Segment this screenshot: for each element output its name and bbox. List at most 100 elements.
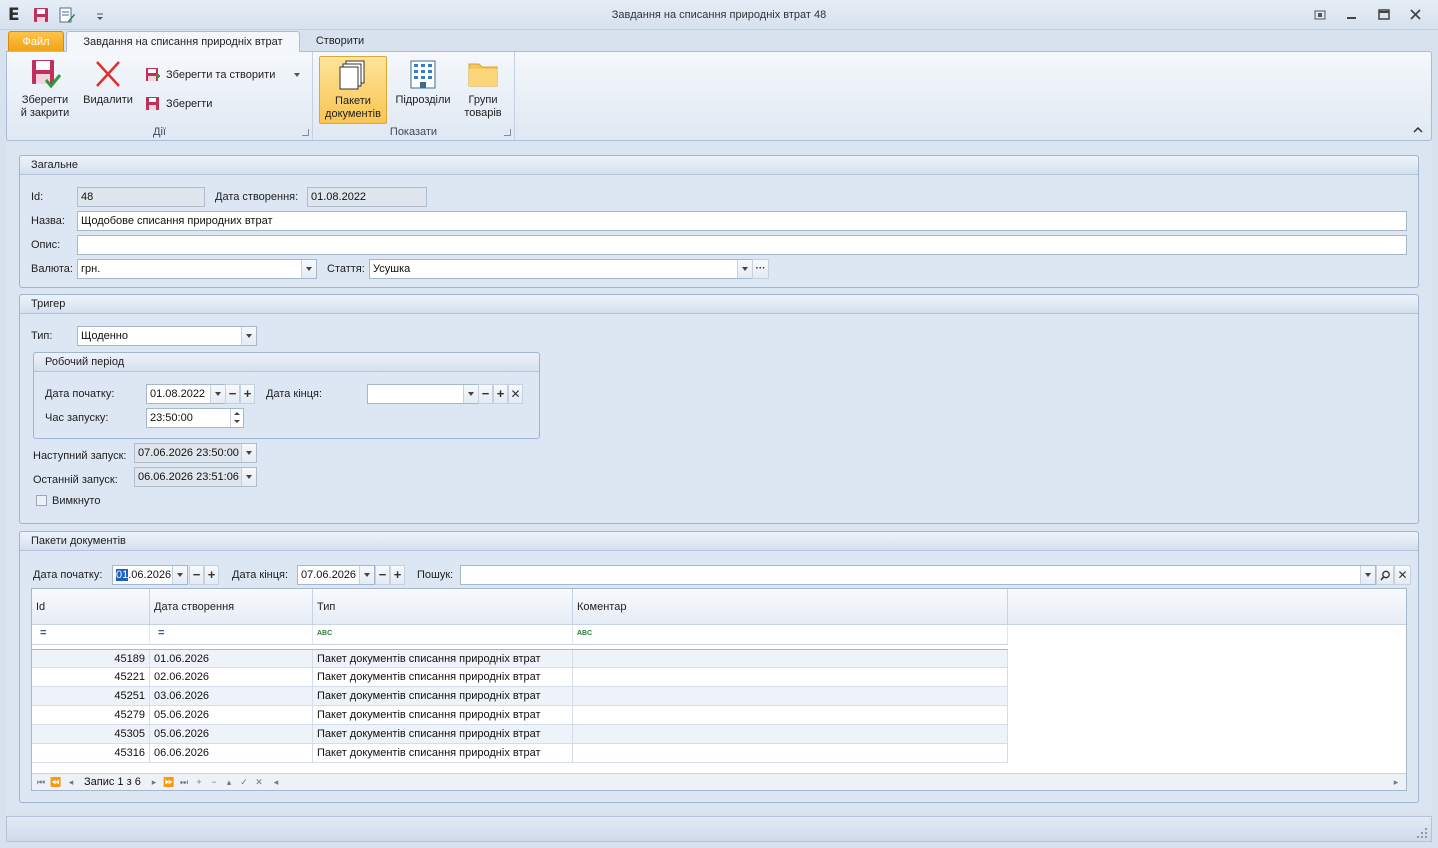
prev-record-icon[interactable]: ◂: [65, 776, 77, 788]
end-date-dropdown-icon[interactable]: [463, 385, 478, 403]
start-time-input[interactable]: 23:50:00: [146, 408, 244, 428]
cancel-record-icon[interactable]: ✕: [253, 776, 265, 788]
minimize-icon[interactable]: [1342, 6, 1362, 24]
chevron-down-icon[interactable]: [293, 72, 301, 78]
packets-start-dropdown-icon[interactable]: [172, 566, 187, 584]
type-dropdown-icon[interactable]: [241, 327, 256, 345]
search-button[interactable]: [1376, 565, 1394, 585]
next-page-icon[interactable]: ⏩: [163, 776, 175, 788]
restore-layout-icon[interactable]: [1310, 6, 1330, 24]
collapse-ribbon-icon[interactable]: [1413, 126, 1423, 134]
last-run-dropdown-icon[interactable]: [241, 468, 256, 486]
table-row[interactable]: 45316 06.06.2026 Пакет документів списан…: [32, 744, 1008, 763]
actions-launcher-icon[interactable]: [302, 129, 309, 136]
packets-end-input[interactable]: 07.06.2026: [297, 565, 375, 585]
ribbon-tabs: Файл Завдання на списання природніх втра…: [0, 30, 1438, 52]
tab-task[interactable]: Завдання на списання природніх втрат: [66, 31, 300, 52]
packets-start-rest-text: .06.2026: [128, 569, 172, 581]
end-date-plus-button[interactable]: +: [493, 384, 508, 404]
column-header-comment[interactable]: Коментар: [573, 589, 1008, 625]
packets-end-dropdown-icon[interactable]: [359, 566, 374, 584]
start-date-input[interactable]: 01.08.2022: [146, 384, 226, 404]
add-record-icon[interactable]: +: [193, 776, 205, 788]
table-row[interactable]: 45189 01.06.2026 Пакет документів списан…: [32, 649, 1008, 669]
table-row[interactable]: 45279 05.06.2026 Пакет документів списан…: [32, 706, 1008, 725]
table-row[interactable]: 45305 05.06.2026 Пакет документів списан…: [32, 725, 1008, 744]
ribbon: Зберегти й закрити Видалити Зберегти та …: [6, 51, 1432, 141]
cell-date: 06.06.2026: [150, 744, 313, 763]
departments-button[interactable]: Підрозділи: [391, 56, 455, 124]
maximize-icon[interactable]: [1374, 6, 1394, 24]
delete-record-icon[interactable]: −: [208, 776, 220, 788]
packets-label-1: Пакети: [335, 95, 371, 107]
ribbon-group-actions: Зберегти й закрити Видалити Зберегти та …: [7, 52, 313, 140]
search-input[interactable]: [460, 565, 1376, 585]
currency-value: грн.: [81, 263, 101, 275]
start-date-minus-button[interactable]: −: [225, 384, 240, 404]
search-dropdown-icon[interactable]: [1360, 566, 1375, 584]
packets-start-minus-button[interactable]: −: [189, 565, 204, 585]
time-spinner-icon[interactable]: [230, 409, 243, 427]
show-launcher-icon[interactable]: [504, 129, 511, 136]
column-header-type[interactable]: Тип: [313, 589, 573, 625]
disabled-label: Вимкнуто: [52, 495, 101, 507]
cell-type: Пакет документів списання природніх втра…: [313, 668, 573, 687]
filter-cell-created[interactable]: =: [150, 625, 313, 645]
article-dropdown-icon[interactable]: [737, 260, 752, 278]
article-browse-button[interactable]: ···: [752, 259, 769, 279]
table-row[interactable]: 45251 03.06.2026 Пакет документів списан…: [32, 687, 1008, 706]
filter-equals-icon: =: [158, 627, 165, 639]
filter-cell-comment[interactable]: ABC: [573, 625, 1008, 645]
end-date-input[interactable]: [367, 384, 479, 404]
save-close-label-2: й закрити: [20, 107, 70, 119]
article-select[interactable]: Усушка: [369, 259, 753, 279]
packets-end-plus-button[interactable]: +: [390, 565, 405, 585]
tab-file[interactable]: Файл: [8, 31, 64, 52]
currency-dropdown-icon[interactable]: [301, 260, 316, 278]
end-date-minus-button[interactable]: −: [478, 384, 493, 404]
article-label: Стаття:: [327, 263, 365, 275]
cell-date: 03.06.2026: [150, 687, 313, 706]
packets-start-plus-button[interactable]: +: [204, 565, 219, 585]
packets-end-minus-button[interactable]: −: [375, 565, 390, 585]
delete-button[interactable]: Видалити: [79, 56, 137, 124]
work-period-header: Робочий період: [34, 353, 539, 372]
last-run-field: 06.06.2026 23:51:06: [134, 467, 257, 487]
name-input[interactable]: Щодобове списання природних втрат: [77, 211, 1407, 231]
start-date-plus-button[interactable]: +: [240, 384, 255, 404]
close-icon[interactable]: [1406, 6, 1426, 24]
last-record-icon[interactable]: ⏭: [178, 776, 190, 788]
scroll-right-icon[interactable]: ▸: [1390, 776, 1402, 788]
column-header-id[interactable]: Id: [32, 589, 150, 625]
last-run-label: Останній запуск:: [33, 474, 118, 486]
filter-cell-id[interactable]: =: [32, 625, 150, 645]
post-record-icon[interactable]: ✓: [238, 776, 250, 788]
search-clear-button[interactable]: ✕: [1394, 565, 1411, 585]
save-close-button[interactable]: Зберегти й закрити: [13, 56, 77, 124]
resize-grip-icon[interactable]: [1417, 828, 1427, 838]
type-select[interactable]: Щоденно: [77, 326, 257, 346]
table-row[interactable]: 45221 02.06.2026 Пакет документів списан…: [32, 668, 1008, 687]
edit-record-icon[interactable]: ▴: [223, 776, 235, 788]
id-field: 48: [77, 187, 205, 207]
packets-button[interactable]: Пакети документів: [319, 56, 387, 124]
disabled-checkbox[interactable]: [36, 495, 47, 506]
filter-cell-type[interactable]: ABC: [313, 625, 573, 645]
packets-start-input[interactable]: 01.06.2026: [112, 565, 188, 585]
prev-page-icon[interactable]: ⏪: [50, 776, 62, 788]
scroll-left-icon[interactable]: ◂: [270, 776, 282, 788]
next-run-dropdown-icon[interactable]: [241, 444, 256, 462]
building-icon: [410, 60, 436, 89]
end-date-clear-button[interactable]: ✕: [508, 384, 523, 404]
start-date-dropdown-icon[interactable]: [210, 385, 225, 403]
tab-create[interactable]: Створити: [304, 31, 376, 52]
currency-select[interactable]: грн.: [77, 259, 317, 279]
cell-date: 05.06.2026: [150, 706, 313, 725]
first-record-icon[interactable]: ⏮: [35, 776, 47, 788]
column-header-created[interactable]: Дата створення: [150, 589, 313, 625]
save-button[interactable]: Зберегти: [145, 94, 235, 114]
save-and-create-button[interactable]: Зберегти та створити: [145, 65, 305, 85]
description-input[interactable]: [77, 235, 1407, 255]
product-groups-button[interactable]: Групи товарів: [457, 56, 509, 124]
next-record-icon[interactable]: ▸: [148, 776, 160, 788]
